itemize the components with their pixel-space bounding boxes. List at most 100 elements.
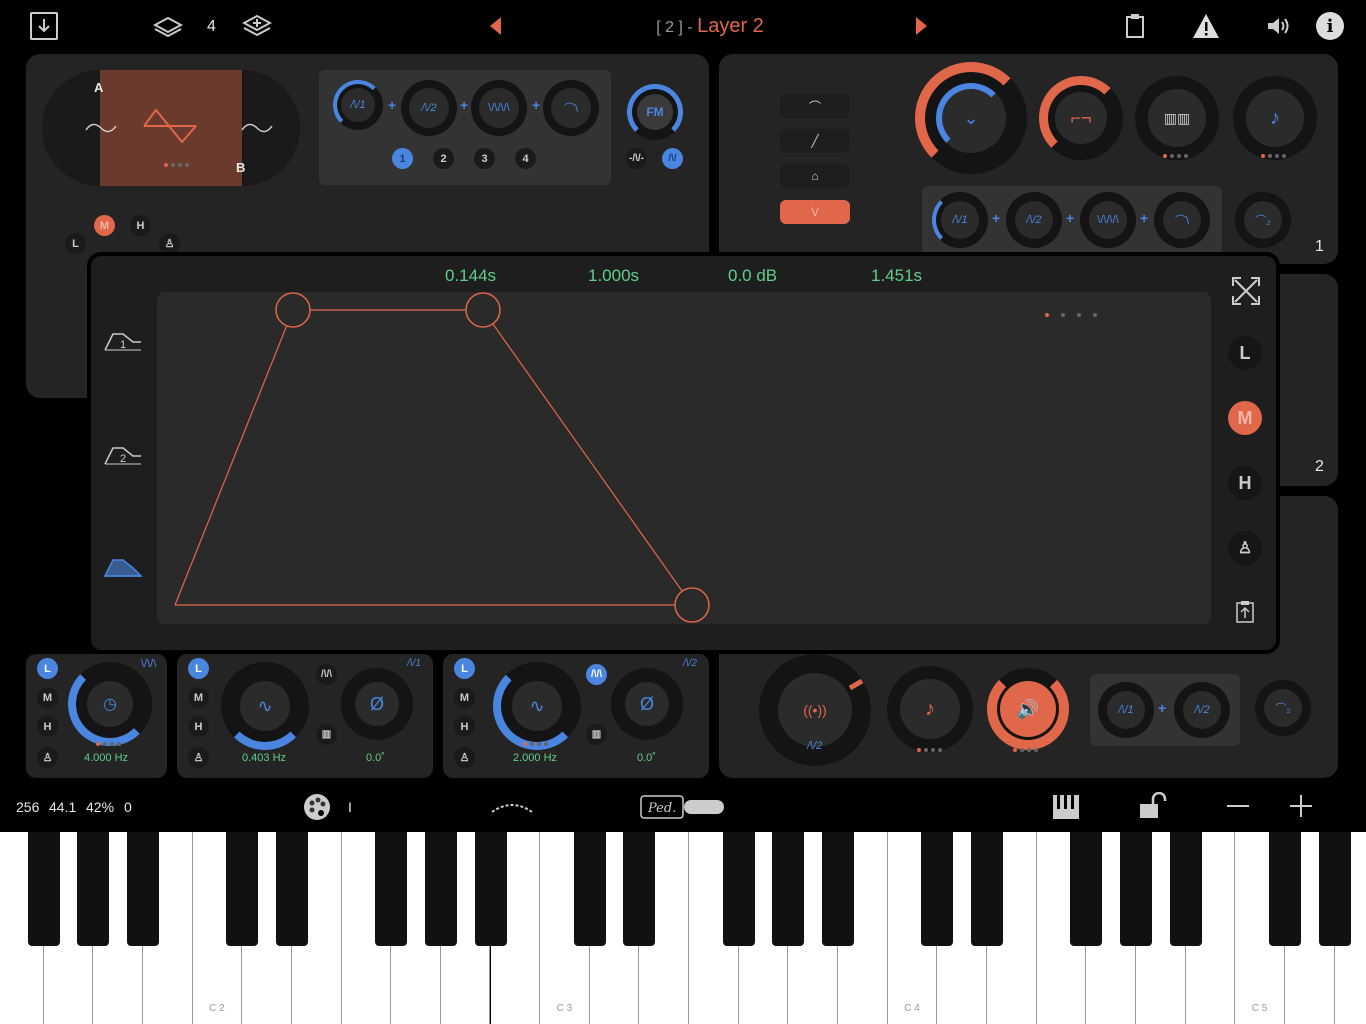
black-key[interactable] — [1318, 832, 1351, 946]
release-handle[interactable] — [674, 587, 710, 623]
velocity-amp-knob[interactable]: ♪ — [887, 666, 973, 752]
lfo3-rate-knob[interactable]: ∿ — [493, 662, 581, 750]
black-key[interactable] — [1268, 832, 1301, 946]
envelope-graph[interactable] — [157, 292, 1211, 624]
lfo1-metronome-icon[interactable]: ♙ — [37, 747, 58, 768]
amp-osc1-knob[interactable]: /\/1 — [1098, 682, 1154, 738]
black-key[interactable] — [77, 832, 110, 946]
mod-slot-2[interactable]: 2 — [433, 148, 454, 169]
octave-up-icon[interactable] — [1290, 795, 1312, 817]
lfo1-h-button[interactable]: H — [37, 716, 58, 737]
black-key[interactable] — [27, 832, 60, 946]
lfo2-keyboard-icon[interactable]: ▥ — [316, 724, 337, 745]
env-tab-1[interactable]: 1 — [103, 328, 143, 359]
next-layer-icon[interactable] — [916, 17, 928, 40]
env-tab-2[interactable]: 2 — [103, 442, 143, 473]
lfo2-phase-knob[interactable]: Ø — [341, 668, 413, 740]
black-key[interactable] — [1169, 832, 1202, 946]
quality-l-button[interactable]: L — [65, 233, 86, 254]
filter-cutoff-knob[interactable]: ⌄ — [915, 62, 1027, 174]
black-key[interactable] — [1070, 832, 1103, 946]
black-key[interactable] — [226, 832, 259, 946]
wave-morph-display[interactable] — [42, 70, 300, 186]
env-shape-3[interactable]: ⌂ — [780, 164, 850, 188]
lfo2-l-button[interactable]: L — [188, 658, 209, 679]
layers-icon[interactable] — [152, 14, 184, 43]
lfo1-m-button[interactable]: M — [37, 687, 58, 708]
lfo2-h-button[interactable]: H — [188, 716, 209, 737]
black-key[interactable] — [424, 832, 457, 946]
filter-env2-knob[interactable]: ⌒\ — [1154, 192, 1210, 248]
black-key[interactable] — [971, 832, 1003, 946]
osc1-knob[interactable]: /\/1 — [333, 80, 383, 130]
save-icon[interactable] — [30, 12, 58, 40]
glide-icon[interactable] — [490, 798, 534, 821]
clipboard-icon[interactable] — [1125, 13, 1145, 44]
velocity-knob[interactable]: ♪ — [1233, 76, 1317, 160]
black-key[interactable] — [126, 832, 159, 946]
lfo1-l-button[interactable]: L — [37, 658, 58, 679]
lfo2-rate-knob[interactable]: ∿ — [221, 662, 309, 750]
env-l-button[interactable]: L — [1228, 336, 1262, 370]
env-paste-icon[interactable] — [1235, 600, 1255, 629]
black-key[interactable] — [375, 832, 408, 946]
env-shape-4[interactable]: V — [780, 200, 850, 224]
lfo3-metronome-icon[interactable]: ♙ — [454, 747, 475, 768]
quality-m-button[interactable]: M — [94, 215, 115, 236]
black-key[interactable] — [474, 832, 507, 946]
sync-icon[interactable]: -/\/- — [626, 148, 647, 169]
keyboard-layout-icon[interactable] — [1052, 794, 1080, 825]
lock-icon[interactable] — [1138, 791, 1168, 825]
lfo2-metronome-icon[interactable]: ♙ — [188, 747, 209, 768]
lfo3-m-button[interactable]: M — [454, 687, 475, 708]
black-key[interactable] — [722, 832, 755, 946]
add-layer-icon[interactable] — [241, 12, 273, 45]
lfo3-l-button[interactable]: L — [454, 658, 475, 679]
black-key[interactable] — [772, 832, 805, 946]
black-key[interactable] — [275, 832, 308, 946]
black-key[interactable] — [623, 832, 656, 946]
osc2-knob[interactable]: /\/2 — [401, 80, 457, 136]
lfo2-m-button[interactable]: M — [188, 687, 209, 708]
env-shape-2[interactable]: ╱ — [780, 129, 850, 153]
env-tab-3[interactable] — [103, 554, 143, 585]
filter-env-knob[interactable]: ⌒\ — [543, 80, 599, 136]
lfo2-wave-icon[interactable]: /\/\ — [316, 664, 337, 685]
prev-layer-icon[interactable] — [490, 17, 502, 40]
black-key[interactable] — [573, 832, 606, 946]
filter-osc1-knob[interactable]: /\/1 — [932, 192, 988, 248]
lfo3-h-button[interactable]: H — [454, 716, 475, 737]
env-shape-1[interactable]: ⌒ — [780, 94, 850, 118]
metronome-icon[interactable]: ♙ — [159, 233, 180, 254]
env-m-button[interactable]: M — [1228, 401, 1262, 435]
env-h-button[interactable]: H — [1228, 466, 1262, 500]
attack-handle[interactable] — [275, 292, 311, 328]
filter-env-amount-knob[interactable]: ⌐¬ — [1039, 76, 1123, 160]
lfo3-phase-knob[interactable]: Ø — [611, 668, 683, 740]
expand-icon[interactable] — [1231, 276, 1261, 311]
mod-slot-1[interactable]: 1 — [392, 148, 413, 169]
palette-icon[interactable] — [304, 794, 330, 820]
fm-knob[interactable]: FM — [627, 84, 683, 140]
octave-down-icon[interactable] — [1227, 805, 1249, 807]
info-icon[interactable]: i — [1316, 12, 1344, 40]
env-metronome-icon[interactable]: ♙ — [1228, 531, 1262, 565]
mod-slot-4[interactable]: 4 — [515, 148, 536, 169]
black-key[interactable] — [822, 832, 855, 946]
sustain-pedal-icon[interactable]: Ped. — [640, 794, 726, 825]
amp-env-select-knob[interactable]: ⌒₂ — [1255, 680, 1311, 736]
noise-knob[interactable]: \/\/\/\ — [471, 80, 527, 136]
black-key[interactable] — [921, 832, 954, 946]
ring-mod-icon[interactable]: /\/ — [662, 148, 683, 169]
lfo3-wave-icon[interactable]: /\/\ — [586, 664, 607, 685]
lfo1-rate-knob[interactable]: ◷ — [68, 662, 152, 746]
hold-handle[interactable] — [465, 292, 501, 328]
warning-icon[interactable] — [1191, 12, 1221, 45]
keytrack-knob[interactable]: ▥▥ — [1135, 76, 1219, 160]
mod-slot-3[interactable]: 3 — [474, 148, 495, 169]
lfo3-keyboard-icon[interactable]: ▥ — [586, 724, 607, 745]
volume-knob[interactable]: 🔊 — [987, 668, 1069, 750]
volume-icon[interactable] — [1266, 16, 1290, 41]
quality-h-button[interactable]: H — [130, 215, 151, 236]
filter-osc2-knob[interactable]: /\/2 — [1006, 192, 1062, 248]
